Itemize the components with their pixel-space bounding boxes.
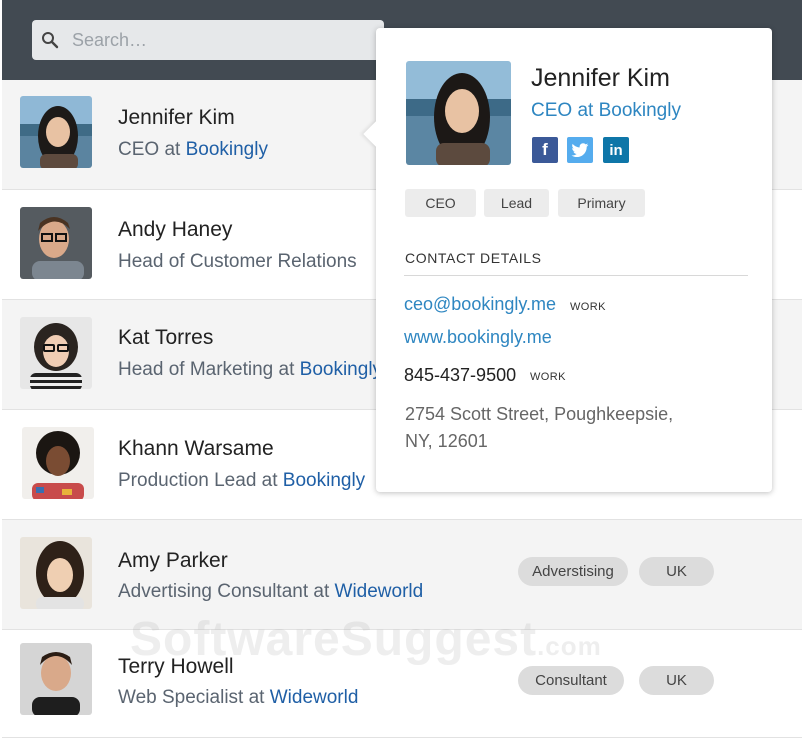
contact-name[interactable]: Jennifer Kim — [118, 106, 235, 130]
popup-tag[interactable]: Primary — [558, 189, 645, 217]
email-link[interactable]: ceo@bookingly.me — [404, 294, 556, 315]
avatar — [22, 427, 94, 499]
contact-title: Production Lead at Bookingly — [118, 470, 366, 491]
popup-tag[interactable]: CEO — [405, 189, 476, 217]
contact-title: Advertising Consultant at Wideworld — [118, 581, 424, 602]
section-label: CONTACT DETAILS — [405, 250, 542, 266]
website-link[interactable]: www.bookingly.me — [404, 327, 552, 348]
contact-name[interactable]: Kat Torres — [118, 326, 213, 350]
email-type-label: WORK — [570, 301, 606, 313]
contact-name[interactable]: Andy Haney — [118, 218, 232, 242]
twitter-icon[interactable] — [567, 137, 593, 163]
popup-tag[interactable]: Lead — [484, 189, 549, 217]
contact-title: Head of Customer Relations — [118, 251, 357, 272]
tag-pill[interactable]: UK — [639, 557, 714, 586]
search-input[interactable] — [72, 20, 372, 60]
contact-popup: Jennifer Kim CEO at Bookingly f in CEO L… — [363, 28, 772, 492]
avatar — [20, 207, 92, 279]
divider — [404, 275, 748, 276]
popup-photo — [406, 61, 511, 165]
popup-title: CEO at Bookingly — [531, 100, 681, 121]
phone-number[interactable]: 845-437-9500 — [404, 365, 516, 386]
search-box[interactable] — [32, 20, 384, 60]
company-link[interactable]: Bookingly — [300, 359, 376, 380]
company-link[interactable]: Wideworld — [335, 581, 424, 602]
search-icon — [42, 32, 59, 49]
contact-name[interactable]: Khann Warsame — [118, 437, 274, 461]
avatar — [20, 96, 92, 168]
avatar — [20, 317, 92, 389]
popup-name: Jennifer Kim — [531, 64, 670, 92]
company-link[interactable]: Bookingly — [283, 470, 365, 491]
avatar — [20, 537, 92, 609]
avatar — [20, 643, 92, 715]
tag-pill[interactable]: UK — [639, 666, 714, 695]
company-link[interactable]: Wideworld — [270, 687, 359, 708]
tag-pill[interactable]: Consultant — [518, 666, 624, 695]
popup-company-link[interactable]: Bookingly — [599, 100, 681, 121]
tag-pill[interactable]: Adverstising — [518, 557, 628, 586]
linkedin-icon[interactable]: in — [603, 137, 629, 163]
contact-name[interactable]: Amy Parker — [118, 549, 228, 573]
contact-title: CEO at Bookingly — [118, 139, 268, 160]
facebook-icon[interactable]: f — [532, 137, 558, 163]
contact-title: Web Specialist at Wideworld — [118, 687, 359, 708]
contact-title: Head of Marketing at Bookingly — [118, 359, 376, 381]
company-link[interactable]: Bookingly — [186, 139, 268, 160]
phone-type-label: WORK — [530, 371, 566, 383]
watermark: SoftwareSuggest.com — [130, 613, 602, 666]
address: 2754 Scott Street, Poughkeepsie, NY, 126… — [405, 404, 674, 451]
